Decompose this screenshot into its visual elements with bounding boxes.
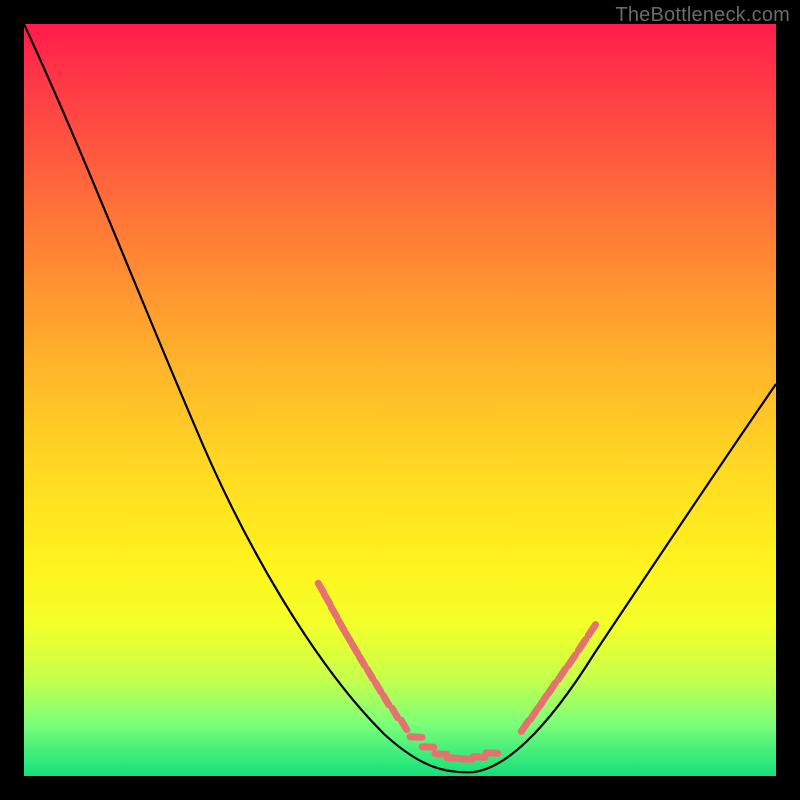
curve-layer [24, 24, 776, 776]
highlight-dash-left-1 [324, 594, 330, 603]
highlight-dashes [318, 583, 595, 759]
highlight-dash-left-6 [359, 656, 365, 665]
highlight-dash-right-6 [578, 640, 585, 651]
highlight-dash-bottom-1 [422, 747, 434, 748]
highlight-dash-left-8 [375, 682, 381, 691]
highlight-dash-right-4 [558, 669, 565, 680]
highlight-dash-left-10 [392, 708, 398, 717]
chart-frame: TheBottleneck.com [0, 0, 800, 800]
highlight-dash-bottom-4 [460, 759, 472, 760]
highlight-dash-left-5 [352, 644, 358, 653]
highlight-dash-left-9 [383, 695, 389, 704]
highlight-dash-bottom-6 [486, 753, 498, 754]
highlight-dash-right-3 [548, 683, 555, 694]
highlight-dash-right-7 [588, 625, 595, 636]
highlight-dash-left-3 [338, 620, 344, 629]
highlight-dash-right-2 [539, 696, 546, 707]
highlight-dash-left-11 [401, 720, 407, 729]
highlight-dash-right-1 [530, 709, 537, 720]
highlight-dash-bottom-2 [435, 754, 447, 755]
plot-area [24, 24, 776, 776]
highlight-dash-right-5 [568, 655, 575, 666]
highlight-dash-bottom-5 [473, 757, 485, 758]
highlight-dash-bottom-0 [410, 737, 422, 738]
highlight-dash-right-0 [521, 721, 528, 732]
highlight-dash-left-4 [345, 632, 351, 641]
bottleneck-curve-path [24, 24, 776, 772]
highlight-dash-left-7 [367, 669, 373, 678]
highlight-dash-left-2 [331, 607, 337, 616]
